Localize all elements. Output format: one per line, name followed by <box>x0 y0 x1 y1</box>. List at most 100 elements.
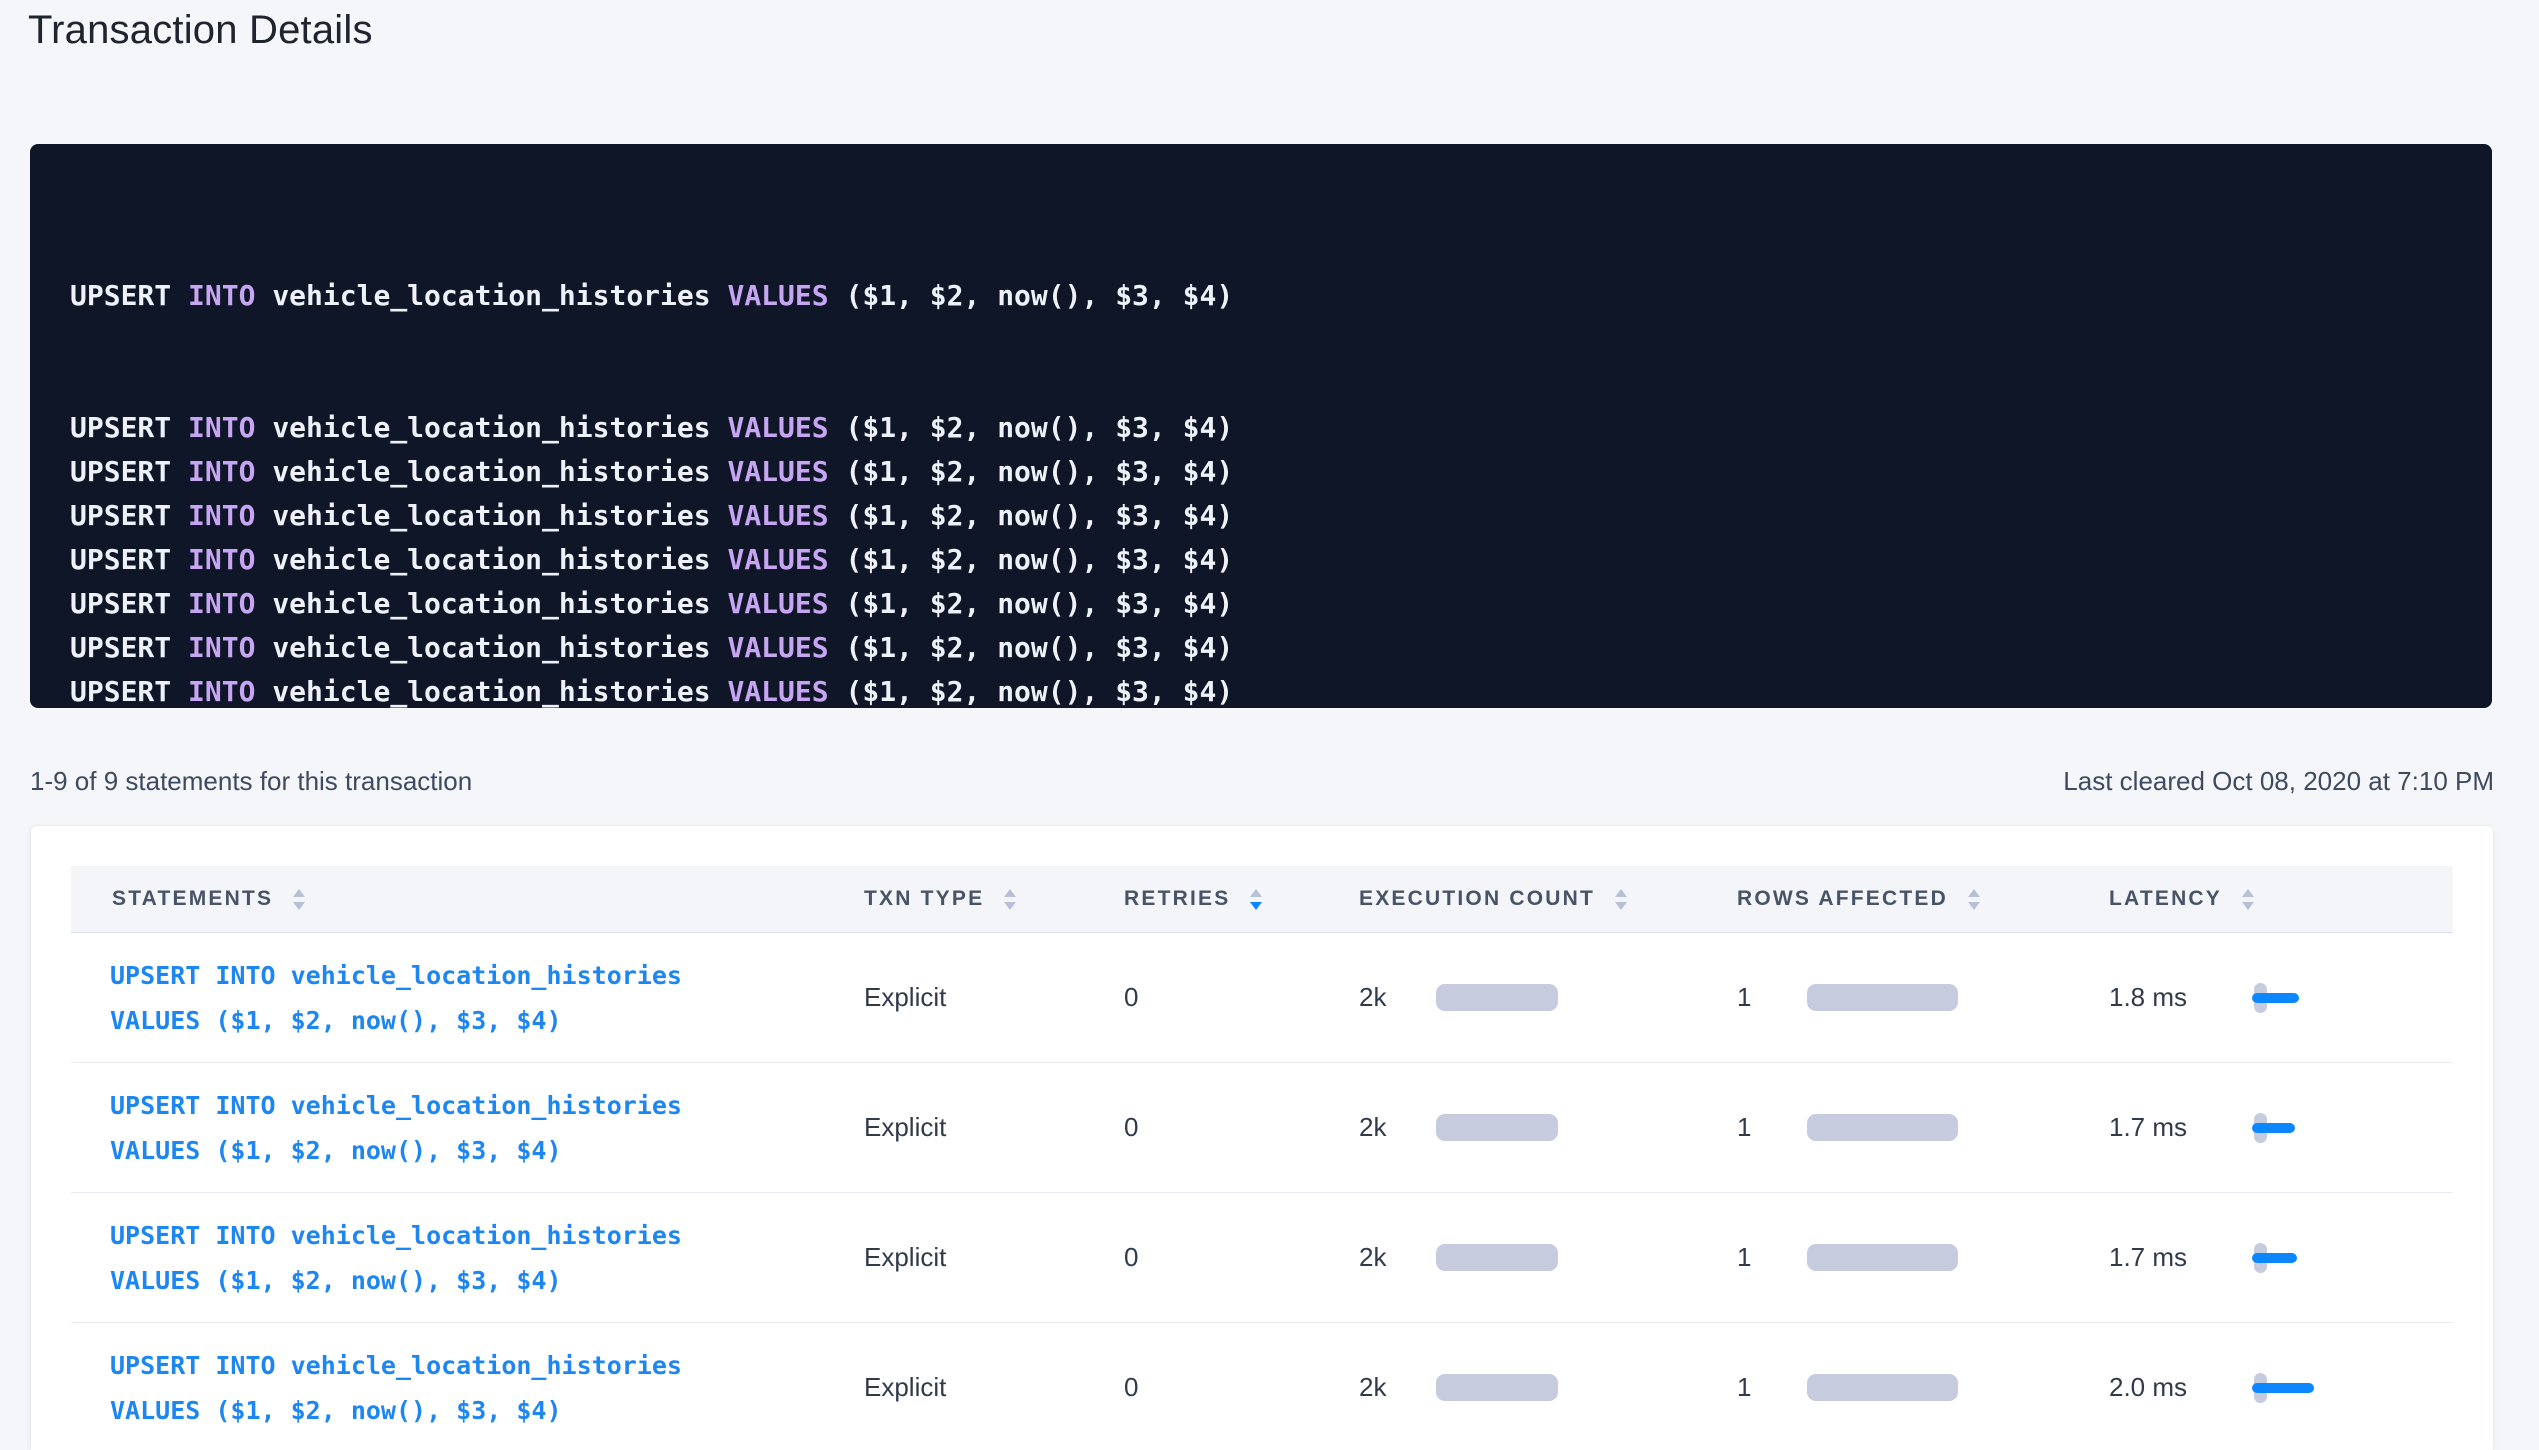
execution-count-value: 2k <box>1359 982 1436 1013</box>
execution-count-value: 2k <box>1359 1372 1436 1403</box>
column-header-label: STATEMENTS <box>112 887 273 911</box>
statement-line-2: VALUES ($1, $2, now(), $3, $4) <box>110 1136 562 1165</box>
token-params: ($1, $2, now(), $3, $4) <box>845 455 1233 488</box>
column-header-rows-affected[interactable]: ROWS AFFECTED <box>1730 887 2102 911</box>
execution-count-cell: 2k <box>1352 1372 1730 1403</box>
statement-link[interactable]: UPSERT INTO vehicle_location_historiesVA… <box>110 1343 857 1433</box>
rows-affected-cell: 1 <box>1730 982 2102 1013</box>
token-values: VALUES <box>727 631 845 664</box>
txn-type-cell: Explicit <box>857 1372 1117 1403</box>
retries-cell: 0 <box>1117 982 1352 1013</box>
table-row: UPSERT INTO vehicle_location_historiesVA… <box>71 933 2453 1063</box>
statement-cell: UPSERT INTO vehicle_location_historiesVA… <box>71 1213 857 1303</box>
token-table-name: vehicle_location_histories <box>272 455 727 488</box>
column-header-label: ROWS AFFECTED <box>1737 887 1948 911</box>
sort-control[interactable] <box>2242 889 2254 910</box>
token-params: ($1, $2, now(), $3, $4) <box>845 587 1233 620</box>
latency-bar <box>2252 1383 2314 1393</box>
sort-asc-icon[interactable] <box>293 889 305 897</box>
last-cleared-text: Last cleared Oct 08, 2020 at 7:10 PM <box>2063 766 2494 797</box>
execution-count-bar <box>1436 1244 1558 1271</box>
column-header-label: EXECUTION COUNT <box>1359 887 1595 911</box>
sort-asc-icon[interactable] <box>1250 889 1262 897</box>
transaction-details-page: Transaction Details UPSERT INTO vehicle_… <box>0 0 2539 1450</box>
latency-bar <box>2252 993 2299 1003</box>
token-upsert: UPSERT <box>70 411 188 444</box>
sort-control[interactable] <box>1968 889 1980 910</box>
sort-asc-icon[interactable] <box>2242 889 2254 897</box>
rows-affected-bar <box>1807 1374 1958 1401</box>
token-into: INTO <box>188 279 272 312</box>
sort-desc-icon[interactable] <box>2242 902 2254 910</box>
token-table-name: vehicle_location_histories <box>272 279 727 312</box>
rows-affected-value: 1 <box>1737 1112 1807 1143</box>
statement-link[interactable]: UPSERT INTO vehicle_location_historiesVA… <box>110 953 857 1043</box>
token-values: VALUES <box>727 455 845 488</box>
token-into: INTO <box>188 543 272 576</box>
sql-code-line: UPSERT INTO vehicle_location_histories V… <box>70 670 2452 708</box>
latency-bar <box>2252 1253 2297 1263</box>
latency-bar <box>2252 1123 2295 1133</box>
retries-cell: 0 <box>1117 1242 1352 1273</box>
token-values: VALUES <box>727 411 845 444</box>
token-into: INTO <box>188 587 272 620</box>
table-row: UPSERT INTO vehicle_location_historiesVA… <box>71 1193 2453 1323</box>
sort-desc-icon[interactable] <box>1968 902 1980 910</box>
token-into: INTO <box>188 631 272 664</box>
token-table-name: vehicle_location_histories <box>272 587 727 620</box>
column-header-latency[interactable]: LATENCY <box>2102 887 2453 911</box>
token-values: VALUES <box>727 543 845 576</box>
column-header-label: RETRIES <box>1124 887 1230 911</box>
statement-line-2: VALUES ($1, $2, now(), $3, $4) <box>110 1266 562 1295</box>
token-params: ($1, $2, now(), $3, $4) <box>845 279 1233 312</box>
execution-count-cell: 2k <box>1352 1112 1730 1143</box>
token-params: ($1, $2, now(), $3, $4) <box>845 675 1233 708</box>
token-upsert: UPSERT <box>70 455 188 488</box>
sql-statements-box: UPSERT INTO vehicle_location_histories V… <box>30 144 2492 708</box>
execution-count-value: 2k <box>1359 1242 1436 1273</box>
statement-line-2: VALUES ($1, $2, now(), $3, $4) <box>110 1396 562 1425</box>
token-table-name: vehicle_location_histories <box>272 631 727 664</box>
token-table-name: vehicle_location_histories <box>272 411 727 444</box>
rows-affected-bar <box>1807 1244 1958 1271</box>
sort-asc-icon[interactable] <box>1968 889 1980 897</box>
token-into: INTO <box>188 499 272 532</box>
sort-asc-icon[interactable] <box>1004 889 1016 897</box>
token-values: VALUES <box>727 279 845 312</box>
rows-affected-bar <box>1807 984 1958 1011</box>
sql-code-line: UPSERT INTO vehicle_location_histories V… <box>70 406 2452 450</box>
sort-control[interactable] <box>1615 889 1627 910</box>
token-values: VALUES <box>727 587 845 620</box>
latency-chart <box>2254 980 2344 1016</box>
latency-chart <box>2254 1240 2344 1276</box>
statement-link[interactable]: UPSERT INTO vehicle_location_historiesVA… <box>110 1213 857 1303</box>
execution-count-cell: 2k <box>1352 982 1730 1013</box>
execution-count-cell: 2k <box>1352 1242 1730 1273</box>
column-header-retries[interactable]: RETRIES <box>1117 887 1352 911</box>
statement-line-1: UPSERT INTO vehicle_location_histories <box>110 1091 682 1120</box>
token-params: ($1, $2, now(), $3, $4) <box>845 543 1233 576</box>
txn-type-cell: Explicit <box>857 1242 1117 1273</box>
sort-desc-icon[interactable] <box>1004 902 1016 910</box>
execution-count-bar <box>1436 1114 1558 1141</box>
sort-asc-icon[interactable] <box>1615 889 1627 897</box>
column-header-txn-type[interactable]: TXN TYPE <box>857 887 1117 911</box>
statement-cell: UPSERT INTO vehicle_location_histories VA… <box>71 1083 857 1173</box>
sql-code-line: UPSERT INTO vehicle_location_histories V… <box>70 494 2452 538</box>
sort-control[interactable] <box>1250 889 1262 910</box>
statement-link[interactable]: UPSERT INTO vehicle_location_histories VA… <box>110 1083 857 1173</box>
sort-desc-icon[interactable] <box>1615 902 1627 910</box>
sort-desc-icon[interactable] <box>293 902 305 910</box>
latency-chart <box>2254 1370 2344 1406</box>
sort-desc-icon-active[interactable] <box>1250 902 1262 910</box>
table-header-row: STATEMENTS TXN TYPE RETRIES <box>71 866 2453 933</box>
latency-value: 1.7 ms <box>2109 1112 2254 1143</box>
rows-affected-value: 1 <box>1737 1372 1807 1403</box>
statement-cell: UPSERT INTO vehicle_location_historiesVA… <box>71 953 857 1043</box>
sort-control[interactable] <box>1004 889 1016 910</box>
latency-value: 2.0 ms <box>2109 1372 2254 1403</box>
column-header-execution-count[interactable]: EXECUTION COUNT <box>1352 887 1730 911</box>
table-summary-bar: 1-9 of 9 statements for this transaction… <box>30 766 2494 797</box>
sort-control[interactable] <box>293 889 305 910</box>
column-header-statements[interactable]: STATEMENTS <box>71 887 857 911</box>
